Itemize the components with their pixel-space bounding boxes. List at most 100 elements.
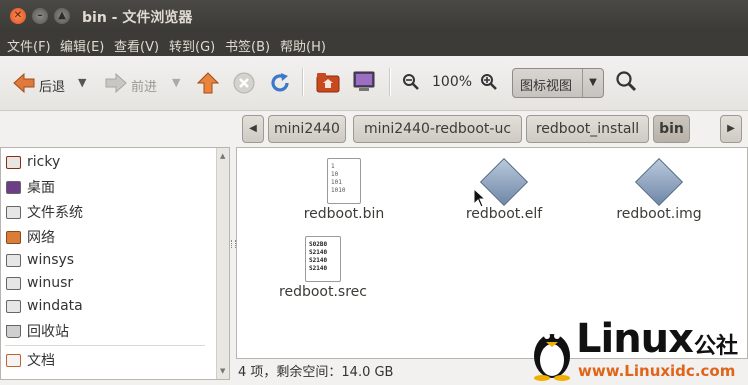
zoom-in-button[interactable] bbox=[480, 73, 498, 95]
breadcrumb-redboot-install[interactable]: redboot_install bbox=[526, 115, 649, 143]
home-button[interactable] bbox=[316, 71, 340, 97]
sidebar-item-winsys[interactable]: winsys bbox=[6, 249, 74, 271]
network-icon bbox=[6, 230, 21, 244]
watermark-brand: Linux bbox=[576, 316, 694, 362]
forward-arrow-icon bbox=[104, 72, 128, 98]
maximize-window-button[interactable]: ▲ bbox=[54, 8, 70, 24]
back-label: 后退 bbox=[39, 79, 66, 95]
toolbar-separator bbox=[302, 68, 304, 96]
text-file-icon: S02B0 S2140 S2140 S2140 bbox=[305, 236, 341, 282]
scroll-down-icon: ▼ bbox=[220, 367, 226, 375]
menu-file[interactable]: 文件(F) bbox=[7, 36, 51, 55]
drive-icon bbox=[6, 299, 21, 313]
drive-icon bbox=[6, 253, 21, 267]
forward-button[interactable]: 前进 bbox=[104, 72, 157, 98]
file-preview-line: 101 bbox=[331, 179, 342, 186]
reload-button[interactable] bbox=[269, 72, 291, 98]
home-folder-icon bbox=[316, 71, 340, 97]
breadcrumb-bin[interactable]: bin bbox=[653, 115, 690, 143]
sidebar-item-label: 文档 bbox=[27, 353, 55, 369]
file-name: redboot.img bbox=[616, 206, 702, 222]
executable-file-icon bbox=[479, 157, 529, 207]
title-bar: ✕ – ▲ bin - 文件浏览器 bbox=[0, 0, 748, 32]
breadcrumb-mini2440[interactable]: mini2440 bbox=[268, 115, 346, 143]
sidebar-item-filesystem[interactable]: 文件系统 bbox=[6, 201, 83, 223]
zoom-in-icon bbox=[480, 73, 498, 95]
file-item[interactable]: redboot.elf bbox=[449, 157, 559, 222]
menu-help[interactable]: 帮助(H) bbox=[280, 36, 326, 55]
watermark-suffix: 公社 bbox=[694, 334, 739, 359]
window-title: bin - 文件浏览器 bbox=[82, 10, 193, 26]
breadcrumb-scroll-right-button[interactable]: ▶ bbox=[720, 115, 742, 143]
location-bar: ◀ mini2440 mini2440-redboot-uc redboot_i… bbox=[0, 111, 748, 146]
file-preview-line: 10 bbox=[331, 171, 339, 178]
breadcrumb-scroll-left-button[interactable]: ◀ bbox=[242, 115, 264, 143]
sidebar-item-ricky[interactable]: ricky bbox=[6, 151, 60, 173]
toolbar: 后退 ▼ 前进 ▼ 100% 图标视图 ▼ bbox=[0, 56, 748, 111]
sidebar-scrollbar[interactable]: ▲ ▼ bbox=[216, 148, 229, 379]
sidebar-divider bbox=[5, 345, 205, 346]
places-sidebar: ricky 桌面 文件系统 网络 winsys winusr windata 回… bbox=[0, 147, 230, 380]
linuxidc-watermark: Linux 公社 www.Linuxidc.com bbox=[530, 316, 748, 385]
sidebar-item-network[interactable]: 网络 bbox=[6, 226, 55, 248]
sidebar-item-documents[interactable]: 文档 bbox=[6, 349, 55, 371]
sidebar-item-winusr[interactable]: winusr bbox=[6, 272, 73, 294]
menu-bookmarks[interactable]: 书签(B) bbox=[225, 36, 270, 55]
sidebar-item-desktop[interactable]: 桌面 bbox=[6, 176, 55, 198]
folder-icon bbox=[6, 353, 21, 367]
drive-icon bbox=[6, 276, 21, 290]
file-item[interactable]: 1 10 101 1010 redboot.bin bbox=[289, 158, 399, 222]
zoom-out-button[interactable] bbox=[402, 73, 420, 95]
reload-icon bbox=[269, 72, 291, 98]
menu-bar: 文件(F) 编辑(E) 查看(V) 转到(G) 书签(B) 帮助(H) bbox=[0, 32, 748, 56]
sidebar-item-label: 文件系统 bbox=[27, 205, 83, 221]
file-preview-line: S2140 bbox=[309, 265, 328, 272]
home-folder-icon bbox=[6, 155, 21, 169]
breadcrumb-mini2440-redboot-uc[interactable]: mini2440-redboot-uc bbox=[353, 115, 522, 143]
stop-icon bbox=[233, 72, 255, 98]
file-preview-line: S02B0 bbox=[309, 241, 328, 248]
sidebar-item-label: ricky bbox=[27, 154, 61, 170]
desktop-icon bbox=[6, 180, 21, 194]
sidebar-item-label: winusr bbox=[27, 275, 74, 291]
sidebar-item-label: winsys bbox=[27, 252, 75, 268]
file-name: redboot.elf bbox=[465, 206, 543, 222]
zoom-out-icon bbox=[402, 73, 420, 95]
back-history-dropdown-icon[interactable]: ▼ bbox=[78, 76, 86, 89]
close-window-button[interactable]: ✕ bbox=[10, 8, 26, 24]
stop-button[interactable] bbox=[233, 72, 255, 98]
status-text: 4 项，剩余空间：14.0 GB bbox=[238, 365, 394, 380]
menu-view[interactable]: 查看(V) bbox=[114, 36, 159, 55]
executable-file-icon bbox=[634, 157, 684, 207]
search-button[interactable] bbox=[615, 70, 637, 96]
file-item[interactable]: S02B0 S2140 S2140 S2140 redboot.srec bbox=[267, 236, 379, 300]
file-preview-line: S2140 bbox=[309, 249, 328, 256]
chevron-down-icon: ▼ bbox=[582, 69, 603, 97]
sidebar-item-trash[interactable]: 回收站 bbox=[6, 320, 69, 342]
trash-icon bbox=[6, 324, 21, 338]
mouse-cursor-icon bbox=[473, 187, 487, 212]
menu-go[interactable]: 转到(G) bbox=[169, 36, 215, 55]
toolbar-separator bbox=[389, 68, 391, 96]
menu-edit[interactable]: 编辑(E) bbox=[60, 36, 104, 55]
sidebar-item-label: 网络 bbox=[27, 230, 55, 246]
file-name: redboot.bin bbox=[303, 206, 385, 222]
penguin-icon bbox=[534, 333, 570, 381]
back-button[interactable]: 后退 bbox=[12, 72, 65, 98]
binary-file-icon: 1 10 101 1010 bbox=[327, 158, 361, 204]
file-item[interactable]: redboot.img bbox=[604, 157, 714, 222]
drive-icon bbox=[6, 205, 21, 219]
file-name: redboot.srec bbox=[279, 284, 367, 300]
file-preview-line: 1010 bbox=[331, 187, 346, 194]
view-mode-select[interactable]: 图标视图 ▼ bbox=[512, 68, 604, 98]
back-arrow-icon bbox=[12, 72, 36, 98]
minimize-window-button[interactable]: – bbox=[32, 8, 48, 24]
sidebar-item-label: 回收站 bbox=[27, 324, 69, 340]
zoom-level: 100% bbox=[432, 74, 473, 90]
up-button[interactable] bbox=[196, 71, 220, 99]
computer-button[interactable] bbox=[352, 71, 376, 97]
sidebar-item-label: windata bbox=[27, 298, 83, 314]
watermark-url: www.Linuxidc.com bbox=[578, 362, 736, 380]
sidebar-item-windata[interactable]: windata bbox=[6, 295, 83, 317]
forward-history-dropdown-icon[interactable]: ▼ bbox=[172, 76, 180, 89]
